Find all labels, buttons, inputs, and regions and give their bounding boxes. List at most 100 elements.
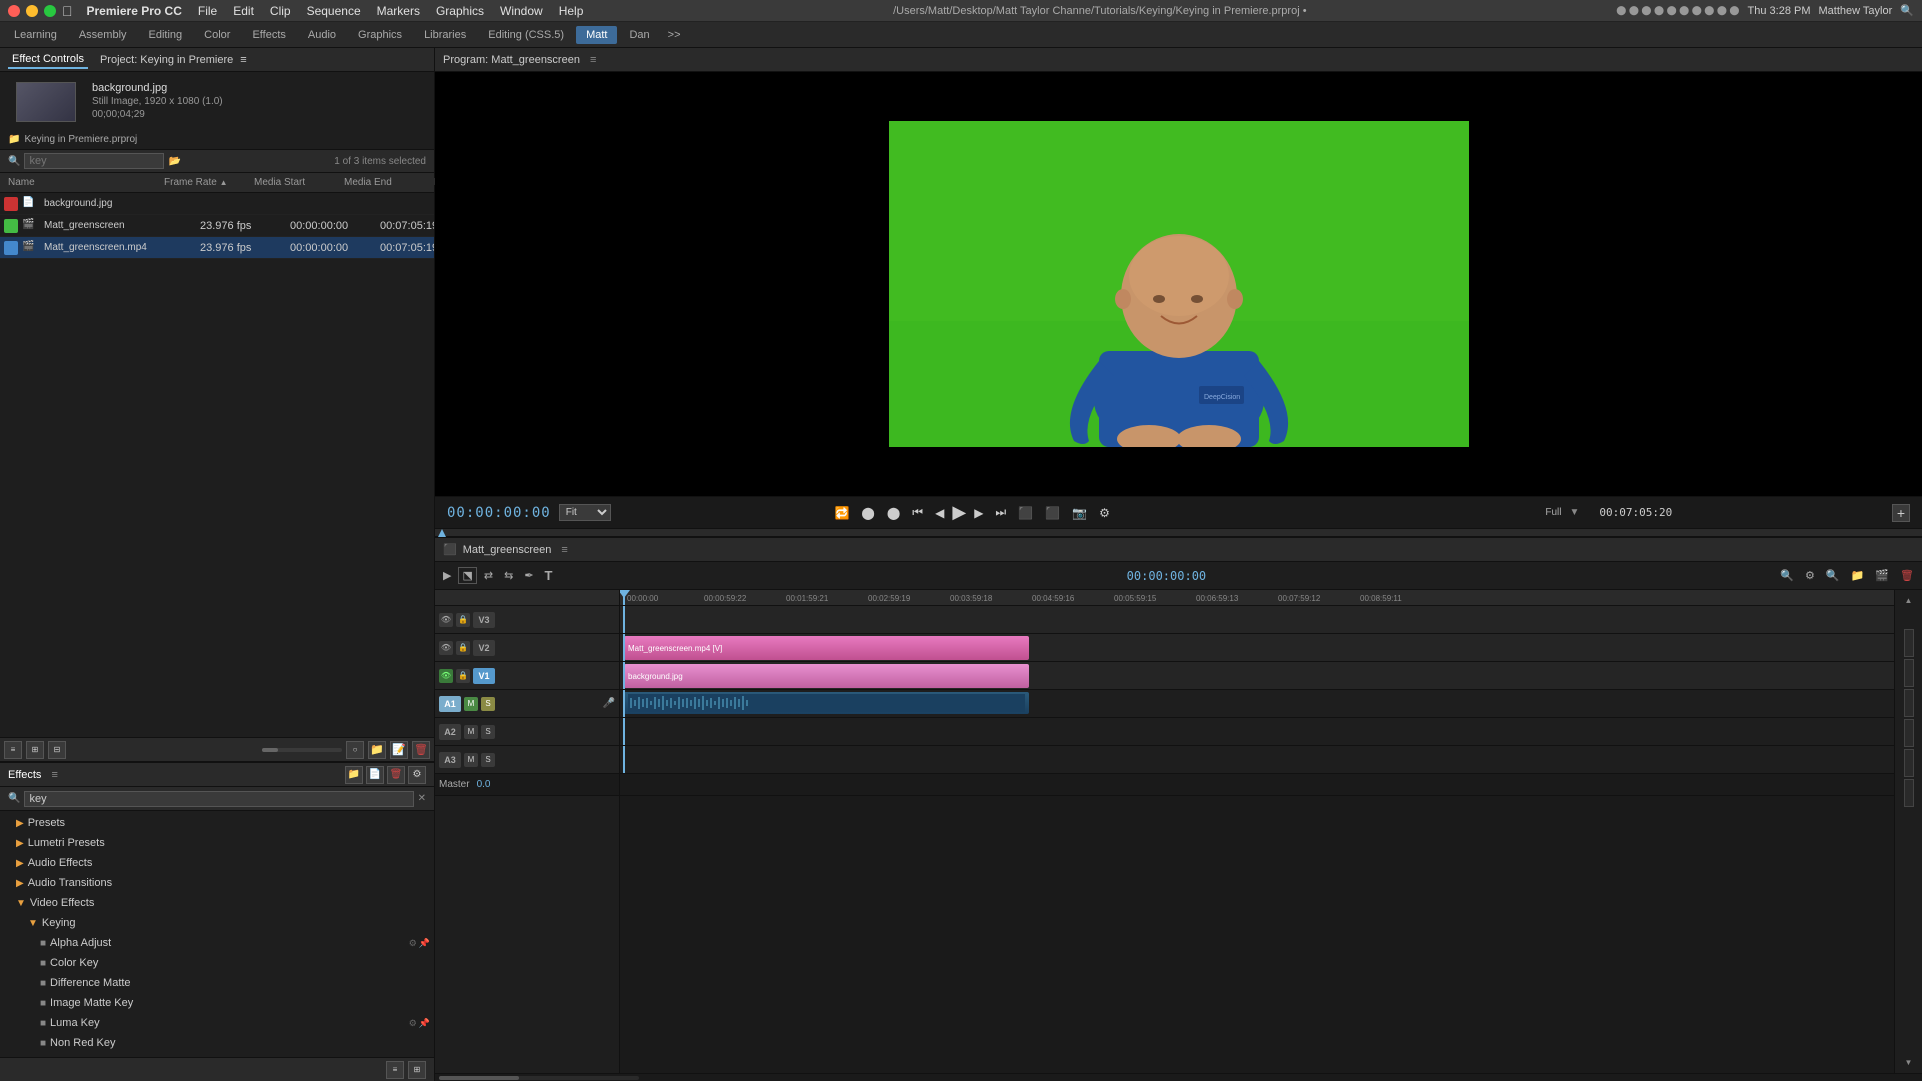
a3-solo-btn[interactable]: S <box>481 753 495 767</box>
timeline-timecode-display[interactable]: 00:00:00:00 <box>1123 567 1210 585</box>
icon-view-button[interactable]: ⊞ <box>26 741 44 759</box>
ws-tab-dan[interactable]: Dan <box>619 26 659 44</box>
file-row-matt-mp4[interactable]: 🎬 Matt_greenscreen.mp4 23.976 fps 00:00:… <box>0 237 434 259</box>
v3-badge[interactable]: V3 <box>473 612 495 628</box>
effects-audio-transitions[interactable]: ▶ Audio Transitions <box>0 873 434 893</box>
col-header-mediastart[interactable]: Media Start <box>250 177 340 188</box>
effects-btn[interactable]: 🎬 <box>1871 567 1893 584</box>
v3-height-ctrl[interactable] <box>1904 629 1914 657</box>
a2-height-ctrl[interactable] <box>1904 749 1914 777</box>
slider-control[interactable] <box>262 741 342 759</box>
a2-mute-btn[interactable]: M <box>464 725 478 739</box>
rewind-button[interactable]: ⏮ <box>908 503 927 522</box>
mark-in-button[interactable]: ⬤ <box>857 504 878 522</box>
timeline-play-btn[interactable]: ▶ <box>439 567 455 584</box>
maximize-button[interactable] <box>44 5 56 17</box>
effects-keying[interactable]: ▼ Keying <box>0 913 434 933</box>
ws-tab-effects[interactable]: Effects <box>242 26 295 44</box>
effect-difference-matte[interactable]: ■ Difference Matte <box>0 973 434 993</box>
effect-alpha-adjust[interactable]: ■ Alpha Adjust ⚙ 📌 <box>0 933 434 953</box>
file-row-matt-greenscreen[interactable]: 🎬 Matt_greenscreen 23.976 fps 00:00:00:0… <box>0 215 434 237</box>
ws-tab-libraries[interactable]: Libraries <box>414 26 476 44</box>
effects-search-clear[interactable]: ✕ <box>418 793 426 804</box>
effects-lumetri-presets[interactable]: ▶ Lumetri Presets <box>0 833 434 853</box>
effects-icon-view[interactable]: ⊞ <box>408 1061 426 1079</box>
v2-height-ctrl[interactable] <box>1904 659 1914 687</box>
project-search-input[interactable] <box>24 153 164 169</box>
tab-project[interactable]: Project: Keying in Premiere ≡ <box>96 52 251 68</box>
effects-delete-button[interactable]: 🗑 <box>387 766 405 784</box>
a1-solo-btn[interactable]: S <box>481 697 495 711</box>
effects-video-effects[interactable]: ▼ Video Effects <box>0 893 434 913</box>
a3-mute-btn[interactable]: M <box>464 753 478 767</box>
menu-item-markers[interactable]: Markers <box>377 4 420 18</box>
add-button[interactable]: + <box>1892 504 1910 522</box>
timeline-type-btn[interactable]: T <box>541 566 557 585</box>
menu-item-edit[interactable]: Edit <box>233 4 254 18</box>
effect-image-matte-key[interactable]: ■ Image Matte Key <box>0 993 434 1013</box>
effects-settings-button[interactable]: ⚙ <box>408 766 426 784</box>
track-row-v3[interactable] <box>620 606 1894 634</box>
loop-button[interactable]: 🔁 <box>830 504 853 522</box>
settings-overlay-button[interactable]: ⚙ <box>1095 504 1114 522</box>
menu-item-help[interactable]: Help <box>559 4 584 18</box>
effects-search-input[interactable] <box>24 791 413 807</box>
menu-item-clip[interactable]: Clip <box>270 4 291 18</box>
ws-tab-matt[interactable]: Matt <box>576 26 617 44</box>
menu-item-window[interactable]: Window <box>500 4 543 18</box>
play-button[interactable]: ▶ <box>952 502 966 523</box>
progress-bar[interactable] <box>435 528 1922 536</box>
v1-badge[interactable]: V1 <box>473 668 495 684</box>
camera-button[interactable]: 📷 <box>1068 504 1091 522</box>
ws-tab-editing[interactable]: Editing <box>139 26 193 44</box>
col-header-framerate[interactable]: Frame Rate ▲ <box>160 177 250 188</box>
zoom-in-btn[interactable]: 🔍 <box>1776 567 1798 584</box>
a3-height-ctrl[interactable] <box>1904 779 1914 807</box>
ws-tab-graphics[interactable]: Graphics <box>348 26 412 44</box>
minimize-button[interactable] <box>26 5 38 17</box>
col-header-mediaend[interactable]: Media End <box>340 177 430 188</box>
metadata-view-button[interactable]: ⊟ <box>48 741 66 759</box>
v3-eye-toggle[interactable]: 👁 <box>439 613 453 627</box>
v1-eye-toggle[interactable]: 👁 <box>439 669 453 683</box>
quality-label[interactable]: Full <box>1545 507 1561 518</box>
timeline-menu-icon[interactable]: ≡ <box>561 544 567 556</box>
timeline-pen-btn[interactable]: ✒ <box>520 567 537 584</box>
clip-matt-greenscreen-v[interactable]: Matt_greenscreen.mp4 [V] <box>624 636 1029 660</box>
menu-item-apple[interactable]: Premiere Pro CC <box>87 4 182 18</box>
track-row-v2[interactable]: Matt_greenscreen.mp4 [V] <box>620 634 1894 662</box>
fast-fwd-button[interactable]: ⏭ <box>991 503 1010 522</box>
file-row-background[interactable]: 📄 background.jpg <box>0 193 434 215</box>
search-icon[interactable]: 🔍 <box>1900 4 1914 17</box>
menu-item-sequence[interactable]: Sequence <box>307 4 361 18</box>
workspace-more-button[interactable]: >> <box>662 29 687 41</box>
timeline-slip-btn[interactable]: ⇆ <box>500 567 517 584</box>
timeline-scroll-thumb[interactable] <box>439 1076 519 1080</box>
a3-badge[interactable]: A3 <box>439 752 461 768</box>
program-timecode[interactable]: 00:00:00:00 <box>447 505 551 521</box>
a1-mute-btn[interactable]: M <box>464 697 478 711</box>
list-view-button[interactable]: ≡ <box>4 741 22 759</box>
effects-list-view[interactable]: ≡ <box>386 1061 404 1079</box>
v2-badge[interactable]: V2 <box>473 640 495 656</box>
effects-audio-effects[interactable]: ▶ Audio Effects <box>0 853 434 873</box>
a2-solo-btn[interactable]: S <box>481 725 495 739</box>
tl-scroll-down[interactable]: ▼ <box>1903 1056 1915 1069</box>
quality-dropdown-icon[interactable]: ▼ <box>1569 507 1579 518</box>
v2-lock-toggle[interactable]: 🔒 <box>456 641 470 655</box>
track-row-v1[interactable]: background.jpg <box>620 662 1894 690</box>
v1-lock-toggle[interactable]: 🔒 <box>456 669 470 683</box>
track-row-a3[interactable] <box>620 746 1894 774</box>
ws-tab-editing-css[interactable]: Editing (CSS.5) <box>478 26 574 44</box>
free-space-button[interactable]: ○ <box>346 741 364 759</box>
timeline-ruler[interactable]: 00:00:00 00:00:59:22 00:01:59:21 00:02:5… <box>620 590 1894 606</box>
track-row-a1[interactable] <box>620 690 1894 718</box>
effects-new-item-button[interactable]: 📄 <box>366 766 384 784</box>
a1-badge[interactable]: A1 <box>439 696 461 712</box>
delete-from-tl-btn[interactable]: 🗑 <box>1896 567 1918 584</box>
v2-eye-toggle[interactable]: 👁 <box>439 641 453 655</box>
timeline-settings-btn[interactable]: ⚙ <box>1801 567 1819 584</box>
a2-badge[interactable]: A2 <box>439 724 461 740</box>
timeline-search-btn[interactable]: 🔍 <box>1822 567 1844 584</box>
tl-scroll-up[interactable]: ▲ <box>1903 594 1915 607</box>
